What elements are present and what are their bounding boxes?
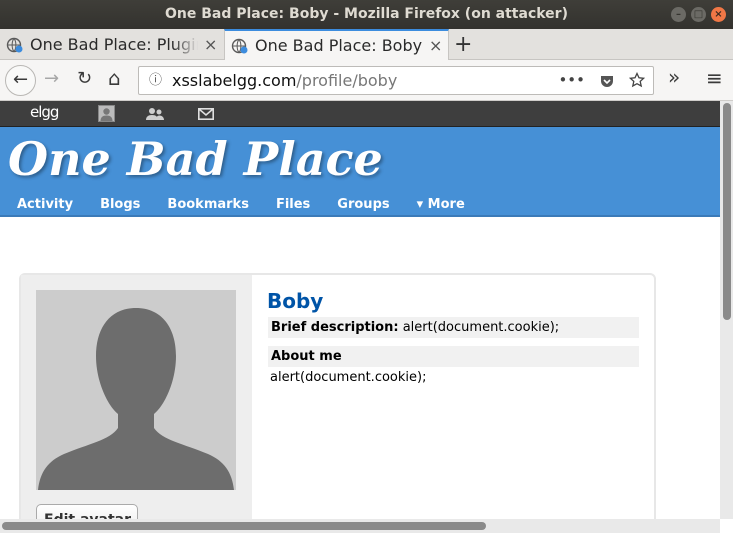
url-host: xsslabelgg.com bbox=[172, 71, 297, 90]
site-menu: Activity Blogs Bookmarks Files Groups ▾ … bbox=[17, 197, 492, 212]
globe-icon bbox=[231, 38, 248, 53]
tab-strip: One Bad Place: Plugin × One Bad Place: B… bbox=[0, 29, 733, 60]
user-avatar-icon[interactable] bbox=[98, 105, 115, 122]
menu-item-files[interactable]: Files bbox=[276, 197, 310, 212]
menu-item-bookmarks[interactable]: Bookmarks bbox=[167, 197, 249, 212]
vertical-scrollbar[interactable] bbox=[720, 101, 733, 519]
messages-icon[interactable] bbox=[198, 108, 214, 120]
navigation-bar: ← → ↻ ⌂ ⓘ xsslabelgg.com/profile/boby ••… bbox=[0, 60, 733, 101]
new-tab-button[interactable]: + bbox=[454, 32, 472, 57]
window-title: One Bad Place: Boby - Mozilla Firefox (o… bbox=[165, 6, 568, 22]
elgg-logo[interactable]: elgg bbox=[30, 103, 59, 121]
about-me-value: alert(document.cookie); bbox=[270, 370, 427, 385]
site-header: One Bad Place Activity Blogs Bookmarks F… bbox=[0, 127, 720, 217]
tab-plugin[interactable]: One Bad Place: Plugin × bbox=[0, 29, 222, 60]
hamburger-menu-button[interactable]: ≡ bbox=[706, 66, 723, 90]
globe-icon bbox=[6, 37, 23, 52]
menu-item-activity[interactable]: Activity bbox=[17, 197, 73, 212]
vertical-scroll-thumb[interactable] bbox=[723, 103, 731, 320]
info-icon[interactable]: ⓘ bbox=[149, 67, 162, 94]
close-tab-icon[interactable]: × bbox=[204, 35, 217, 54]
forward-button[interactable]: → bbox=[44, 68, 59, 89]
profile-owner-block: Edit avatar bbox=[21, 275, 252, 533]
profile-name[interactable]: Boby bbox=[267, 289, 323, 313]
tab-boby[interactable]: One Bad Place: Boby × bbox=[224, 29, 449, 60]
home-button[interactable]: ⌂ bbox=[108, 66, 121, 90]
back-button[interactable]: ← bbox=[5, 65, 36, 96]
horizontal-scrollbar[interactable] bbox=[0, 519, 720, 533]
about-me-label: About me bbox=[271, 349, 342, 364]
page-actions-icon[interactable]: ••• bbox=[558, 67, 585, 94]
overflow-menu-button[interactable]: » bbox=[668, 65, 680, 89]
reload-button[interactable]: ↻ bbox=[77, 68, 92, 89]
about-me-row: About me bbox=[268, 346, 639, 367]
elgg-topbar: elgg bbox=[0, 101, 720, 127]
tab-label: One Bad Place: Plugin bbox=[30, 35, 198, 54]
menu-item-groups[interactable]: Groups bbox=[337, 197, 389, 212]
bookmark-star-icon[interactable] bbox=[629, 72, 645, 88]
profile-avatar[interactable] bbox=[36, 290, 236, 490]
close-tab-icon[interactable]: × bbox=[429, 36, 442, 55]
menu-item-more[interactable]: ▾ More bbox=[417, 197, 465, 212]
url-actions: ••• bbox=[558, 67, 645, 94]
url-path: /profile/boby bbox=[296, 71, 398, 90]
brief-description-row: Brief description: alert(document.cookie… bbox=[268, 317, 639, 338]
brief-description-value: alert(document.cookie); bbox=[402, 320, 560, 335]
pocket-icon[interactable] bbox=[599, 73, 615, 89]
tab-label: One Bad Place: Boby bbox=[255, 36, 423, 55]
brief-description-label: Brief description: bbox=[271, 320, 399, 335]
menu-item-blogs[interactable]: Blogs bbox=[100, 197, 140, 212]
window-titlebar: One Bad Place: Boby - Mozilla Firefox (o… bbox=[0, 0, 733, 29]
friends-icon[interactable] bbox=[146, 107, 164, 121]
maximize-button[interactable]: □ bbox=[691, 7, 706, 22]
url-text[interactable]: xsslabelgg.com/profile/boby bbox=[172, 67, 397, 94]
profile-card: Edit avatar Boby Brief description: aler… bbox=[19, 273, 656, 533]
horizontal-scroll-thumb[interactable] bbox=[2, 522, 486, 530]
minimize-button[interactable]: – bbox=[671, 7, 686, 22]
url-bar[interactable]: ⓘ xsslabelgg.com/profile/boby ••• bbox=[138, 66, 654, 95]
window-controls: – □ × bbox=[671, 7, 726, 22]
default-avatar-silhouette-icon bbox=[38, 308, 234, 490]
site-name[interactable]: One Bad Place bbox=[8, 132, 383, 186]
close-window-button[interactable]: × bbox=[711, 7, 726, 22]
